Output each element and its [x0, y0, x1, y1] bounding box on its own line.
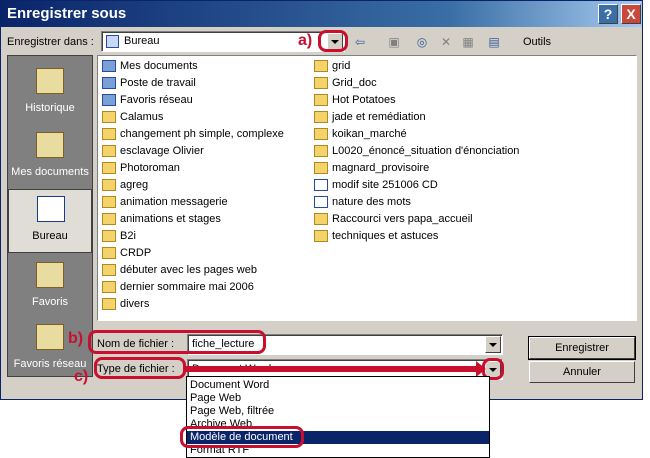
folder-icon [314, 213, 328, 225]
annotation-a: a) [298, 32, 313, 49]
save-in-value: Bureau [124, 35, 160, 47]
file-item-name: Hot Potatoes [332, 94, 396, 106]
places-bar: Historique Mes documents Bureau Favoris … [7, 55, 93, 377]
folder-icon [102, 179, 116, 191]
file-item-name: grid [332, 60, 351, 72]
help-button[interactable]: ? [598, 4, 618, 24]
desktop-small-icon [106, 35, 119, 48]
filename-dropdown-button[interactable] [485, 336, 501, 353]
system-folder-icon [102, 94, 116, 106]
place-my-documents[interactable]: Mes documents [8, 126, 92, 190]
file-item-name: changement ph simple, complexe [120, 128, 284, 140]
folder-icon [102, 196, 116, 208]
place-desktop[interactable]: Bureau [8, 189, 92, 253]
folder-icon [102, 111, 116, 123]
type-option[interactable]: Document Word [187, 379, 489, 392]
folder-icon [102, 145, 116, 157]
file-item-name: B2i [120, 230, 136, 242]
folder-icon [102, 281, 116, 293]
delete-icon[interactable]: ✕ [435, 33, 457, 51]
file-item-name: Calamus [120, 111, 164, 123]
file-list: Mes documents Poste de travail Favoris rés… [97, 55, 637, 321]
desktop-icon [37, 196, 65, 222]
file-item-name: dernier sommaire mai 2006 [120, 281, 254, 293]
file-item-name: techniques et astuces [332, 230, 439, 242]
file-item-name: Photoroman [120, 162, 180, 174]
file-item-name: divers [120, 298, 150, 310]
type-option[interactable]: Page Web [187, 392, 489, 405]
folder-icon [314, 128, 328, 140]
place-favorites[interactable]: Favoris [8, 256, 92, 320]
folder-icon [314, 77, 328, 89]
file-item-name: jade et remédiation [332, 111, 426, 123]
file-item-name: Favoris réseau [120, 94, 193, 106]
folder-icon [314, 111, 328, 123]
file-item-name: débuter avec les pages web [120, 264, 257, 276]
annotation-b-highlight [88, 330, 266, 354]
system-folder-icon [102, 60, 116, 72]
file-item-name: Raccourci vers papa_accueil [332, 213, 473, 225]
folder-icon [102, 213, 116, 225]
views-icon[interactable]: ▤ [483, 33, 505, 51]
annotation-template-highlight [180, 426, 304, 448]
word-document-icon [314, 179, 328, 191]
new-folder-icon[interactable]: ▦ [457, 33, 479, 51]
place-favorites-label: Favoris [31, 296, 69, 308]
folder-icon [314, 94, 328, 106]
file-item-name: agreg [120, 179, 149, 191]
place-history-label: Historique [25, 102, 75, 114]
folder-icon [102, 247, 116, 259]
my-documents-icon [36, 132, 64, 158]
file-item-name: L0020_énoncé_situation d'énonciation [332, 145, 520, 157]
cancel-button[interactable]: Annuler [529, 361, 635, 383]
close-button[interactable]: X [621, 4, 641, 24]
place-history[interactable]: Historique [8, 62, 92, 126]
annotation-c-highlight [94, 357, 186, 379]
file-item-name: modif site 251006 CD [332, 179, 438, 191]
save-in-label: Enregistrer dans : [7, 36, 94, 48]
file-item-name: magnard_provisoire [332, 162, 430, 174]
folder-icon [314, 145, 328, 157]
folder-icon [102, 264, 116, 276]
folder-icon [102, 230, 116, 242]
file-item-name: animation messagerie [120, 196, 228, 208]
folder-icon [314, 60, 328, 72]
annotation-c: c) [74, 368, 89, 385]
search-web-icon[interactable]: ◎ [411, 33, 433, 51]
file-item-name: nature des mots [332, 196, 411, 208]
annotation-c-arrow [186, 366, 480, 372]
system-folder-icon [102, 77, 116, 89]
network-icon [36, 324, 64, 350]
folder-icon [102, 162, 116, 174]
file-item-name: Poste de travail [120, 77, 196, 89]
file-item-name: Mes documents [120, 60, 198, 72]
file-item-name: CRDP [120, 247, 152, 259]
folder-icon [314, 230, 328, 242]
tools-menu[interactable]: Outils [515, 33, 559, 51]
favorites-icon [36, 262, 64, 288]
folder-icon [102, 128, 116, 140]
place-my-documents-label: Mes documents [11, 166, 89, 178]
folder-icon [102, 298, 116, 310]
type-option[interactable]: Page Web, filtrée [187, 405, 489, 418]
title-bar: Enregistrer sous ? X [1, 1, 642, 27]
file-item-name: animations et stages [120, 213, 221, 225]
file-item-name: Grid_doc [332, 77, 377, 89]
file-item-name: esclavage Olivier [120, 145, 204, 157]
save-button[interactable]: Enregistrer [528, 336, 636, 360]
annotation-b: b) [68, 330, 84, 347]
up-folder-icon[interactable]: ▣ [383, 33, 405, 51]
back-icon[interactable]: ⇦ [349, 33, 371, 51]
folder-icon [314, 162, 328, 174]
word-document-icon [314, 196, 328, 208]
history-icon [36, 68, 64, 94]
window-title: Enregistrer sous [7, 5, 127, 22]
annotation-a-highlight [318, 30, 348, 52]
file-item-name: koikan_marché [332, 128, 407, 140]
place-desktop-label: Bureau [32, 230, 68, 242]
